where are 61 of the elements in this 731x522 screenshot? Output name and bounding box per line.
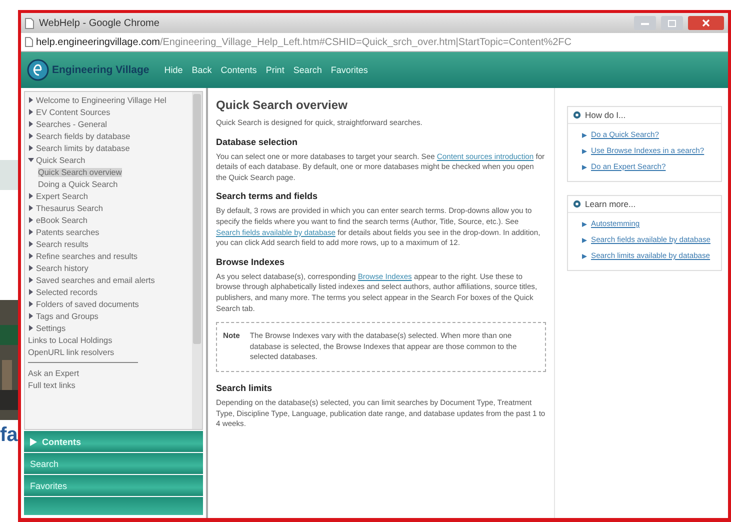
tree-item[interactable]: eBook Search	[36, 216, 88, 224]
section-heading: Search limits	[216, 382, 274, 393]
arrow-icon	[582, 165, 587, 170]
toolbar-link[interactable]: Contents	[220, 65, 257, 75]
arrow-icon	[582, 133, 587, 138]
arrow-icon	[582, 222, 587, 227]
tree-link[interactable]: Links to Local Holdings	[28, 336, 112, 344]
tree-item[interactable]: Selected records	[36, 288, 98, 296]
section-heading: Database selection	[216, 136, 299, 147]
scrollbar[interactable]	[192, 92, 202, 429]
tree-item[interactable]: Quick Search	[36, 156, 86, 164]
tree-item[interactable]: Saved searches and email alerts	[36, 276, 155, 284]
toolbar-link[interactable]: Back	[192, 65, 212, 75]
close-button[interactable]	[688, 16, 724, 30]
tree-link[interactable]: Ask an Expert	[28, 368, 79, 378]
page-icon	[25, 18, 34, 28]
tree-link[interactable]: Full text links	[28, 380, 76, 390]
url-path: /Engineering_Village_Help_Left.htm#CSHID=Quick_srch_over.htm|StartTopic=Content%2FC	[160, 36, 572, 48]
background-text: fa	[0, 424, 18, 447]
tree-item[interactable]: Quick Search overview	[38, 168, 122, 176]
tree-item[interactable]: Search fields by database	[36, 132, 130, 140]
toolbar-link[interactable]: Favorites	[330, 65, 368, 75]
box-title: Learn more...	[585, 199, 636, 209]
arrow-icon	[582, 149, 587, 154]
toolbar-link[interactable]: Print	[266, 65, 284, 75]
tree-link[interactable]: OpenURL link resolvers	[28, 348, 114, 356]
tree-item[interactable]: Folders of saved documents	[36, 300, 139, 308]
play-icon	[30, 438, 37, 446]
bullet-icon	[573, 200, 581, 208]
tree-item[interactable]: Welcome to Engineering Village Hel	[36, 96, 166, 104]
tree-item[interactable]: Expert Search	[36, 192, 88, 200]
arrow-icon	[582, 254, 587, 259]
toolbar-link[interactable]: Hide	[164, 65, 183, 75]
logo-icon	[27, 59, 49, 81]
section-heading: Search terms and fields	[216, 191, 319, 202]
tree-item[interactable]: Searches - General	[36, 120, 107, 128]
bullet-icon	[573, 111, 581, 119]
page-icon	[25, 37, 33, 47]
address-bar[interactable]: help.engineeringvillage.com/Engineering_Village_Help_Left.htm#CSHID=Quick_srch_over.htm|StartTopic=Content%2FC	[21, 33, 728, 52]
tree-item[interactable]: Tags and Groups	[36, 312, 98, 320]
tree-item[interactable]: Settings	[36, 324, 66, 332]
expanded-arrow-icon[interactable]	[28, 157, 34, 163]
minimize-icon	[641, 22, 649, 24]
box-title: How do I...	[585, 110, 626, 120]
toolbar-link[interactable]: Search	[293, 65, 322, 75]
tree-item[interactable]: EV Content Sources	[36, 108, 110, 116]
tree-item[interactable]: Thesaurus Search	[36, 204, 103, 212]
window-title: WebHelp - Google Chrome	[39, 18, 160, 28]
arrow-icon	[582, 238, 587, 243]
close-icon	[702, 19, 710, 27]
tree-item[interactable]: Refine searches and results	[36, 252, 138, 260]
maximize-icon	[668, 20, 676, 26]
tree-item[interactable]: Doing a Quick Search	[38, 180, 118, 188]
logo-text: Engineering Village	[52, 64, 150, 76]
tree-item[interactable]: Search results	[36, 240, 88, 248]
section-heading: Browse Indexes	[216, 256, 286, 267]
article-title: Quick Search overview	[216, 98, 348, 112]
tree-item[interactable]: Search history	[36, 264, 88, 272]
tree-item[interactable]: Search limits by database	[36, 144, 130, 152]
url-host: help.engineeringvillage.com	[36, 36, 160, 48]
tree-item[interactable]: Patents searches	[36, 228, 100, 236]
